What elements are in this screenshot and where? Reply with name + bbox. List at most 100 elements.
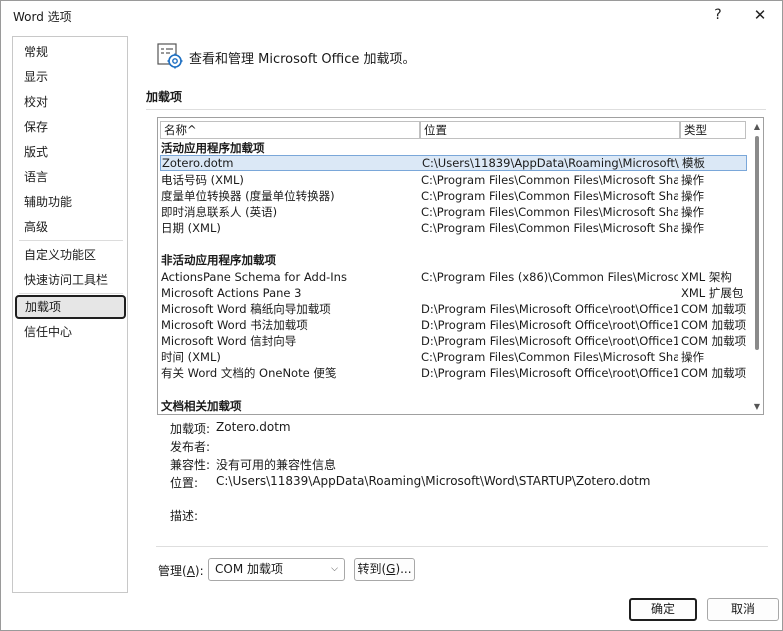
cell-type: 操作 xyxy=(681,221,704,235)
cell-location: D:\Program Files\Microsoft Office\root\O… xyxy=(421,318,678,332)
location-label: 位置: xyxy=(170,476,199,490)
addins-list[interactable]: 名称^ 位置 类型 活动应用程序加载项 Zotero.dotm C:\Users… xyxy=(157,117,764,415)
sidebar-divider xyxy=(19,293,123,294)
title-bar: Word 选项 ? ✕ xyxy=(1,1,782,31)
cell-type: 模板 xyxy=(682,156,705,170)
sidebar-item-customize-ribbon[interactable]: 自定义功能区 xyxy=(15,243,126,267)
cell-location: D:\Program Files\Microsoft Office\root\O… xyxy=(421,366,678,380)
goto-label-post: )... xyxy=(395,562,412,576)
cell-name: 度量单位转换器 (度量单位转换器) xyxy=(161,189,335,203)
section-divider xyxy=(156,546,768,547)
goto-button[interactable]: 转到(G)... xyxy=(354,558,415,581)
sidebar-item-save[interactable]: 保存 xyxy=(15,115,126,139)
cell-location: C:\Program Files (x86)\Common Files\Micr… xyxy=(421,270,678,284)
cell-name: 即时消息联系人 (英语) xyxy=(161,205,278,219)
scroll-down-icon[interactable]: ▼ xyxy=(752,400,762,412)
cell-name: Microsoft Word 书法加载项 xyxy=(161,318,308,332)
table-row[interactable]: Microsoft Actions Pane 3 XML 扩展包 xyxy=(160,285,747,301)
help-button[interactable]: ? xyxy=(705,4,731,26)
sidebar-item-quick-access-toolbar[interactable]: 快速访问工具栏 xyxy=(15,268,126,292)
cell-type: COM 加载项 xyxy=(681,334,747,348)
close-button[interactable]: ✕ xyxy=(747,4,773,26)
table-row[interactable]: Zotero.dotm C:\Users\11839\AppData\Roami… xyxy=(160,155,747,171)
column-header-location[interactable]: 位置 xyxy=(420,121,680,139)
cell-type: XML 扩展包 xyxy=(681,286,744,300)
page-title: 查看和管理 Microsoft Office 加载项。 xyxy=(189,52,416,67)
table-row[interactable]: 度量单位转换器 (度量单位转换器) C:\Program Files\Commo… xyxy=(160,188,747,204)
manage-select-value: COM 加载项 xyxy=(215,562,283,576)
publisher-label: 发布者: xyxy=(170,440,211,454)
sidebar-item-addins[interactable]: 加载项 xyxy=(15,295,126,319)
cell-location: C:\Program Files\Common Files\Microsoft … xyxy=(421,173,678,187)
cell-type: COM 加载项 xyxy=(681,302,747,316)
cell-location: C:\Program Files\Common Files\Microsoft … xyxy=(421,221,678,235)
table-row[interactable]: 电话号码 (XML) C:\Program Files\Common Files… xyxy=(160,172,747,188)
options-sidebar: 常规 显示 校对 保存 版式 语言 辅助功能 高级 自定义功能区 快速访问工具栏… xyxy=(12,36,128,593)
cell-name: 时间 (XML) xyxy=(161,350,221,364)
section-divider xyxy=(146,109,766,110)
chevron-down-icon: ⌵ xyxy=(331,564,338,574)
sidebar-item-accessibility[interactable]: 辅助功能 xyxy=(15,190,126,214)
cell-name: 有关 Word 文档的 OneNote 便笺 xyxy=(161,366,337,380)
sidebar-item-general[interactable]: 常规 xyxy=(15,40,126,64)
sidebar-item-trust-center[interactable]: 信任中心 xyxy=(15,320,126,344)
manage-label: 管理(A): xyxy=(158,562,204,579)
cell-location: C:\Users\11839\AppData\Roaming\Microsoft… xyxy=(422,156,679,170)
cell-type: XML 架构 xyxy=(681,270,732,284)
cell-location: C:\Program Files\Common Files\Microsoft … xyxy=(421,189,678,203)
cell-name: Zotero.dotm xyxy=(162,156,234,170)
cell-name: Microsoft Word 稿纸向导加载项 xyxy=(161,302,331,316)
addin-gear-icon xyxy=(157,43,183,69)
cell-location: C:\Program Files\Common Files\Microsoft … xyxy=(421,205,678,219)
sidebar-item-proofing[interactable]: 校对 xyxy=(15,90,126,114)
table-row[interactable]: 即时消息联系人 (英语) C:\Program Files\Common Fil… xyxy=(160,204,747,220)
addin-value: Zotero.dotm xyxy=(216,420,291,434)
cell-name: ActionsPane Schema for Add-Ins xyxy=(161,270,347,284)
word-options-dialog: Word 选项 ? ✕ 常规 显示 校对 保存 版式 语言 辅助功能 高级 自定… xyxy=(0,0,783,631)
table-row[interactable]: 有关 Word 文档的 OneNote 便笺 D:\Program Files\… xyxy=(160,365,747,381)
scroll-up-icon[interactable]: ▲ xyxy=(752,120,762,132)
description-label: 描述: xyxy=(170,509,199,523)
list-header: 名称^ 位置 类型 xyxy=(158,121,748,139)
group-heading-active: 活动应用程序加载项 xyxy=(161,141,265,155)
cell-location: C:\Program Files\Common Files\Microsoft … xyxy=(421,350,678,364)
cell-location: D:\Program Files\Microsoft Office\root\O… xyxy=(421,334,678,348)
cell-type: 操作 xyxy=(681,189,704,203)
column-header-type[interactable]: 类型 xyxy=(680,121,746,139)
group-heading-inactive: 非活动应用程序加载项 xyxy=(161,253,276,267)
cell-type: COM 加载项 xyxy=(681,318,747,332)
compatibility-value: 没有可用的兼容性信息 xyxy=(216,458,337,472)
table-row[interactable]: Microsoft Word 信封向导 D:\Program Files\Mic… xyxy=(160,333,747,349)
manage-label-pre: 管理( xyxy=(158,564,187,578)
scrollbar-thumb[interactable] xyxy=(755,136,759,350)
compatibility-label: 兼容性: xyxy=(170,458,211,472)
sidebar-item-advanced[interactable]: 高级 xyxy=(15,215,126,239)
manage-label-post: ): xyxy=(194,564,204,578)
sidebar-item-layout[interactable]: 版式 xyxy=(15,140,126,164)
sidebar-item-display[interactable]: 显示 xyxy=(15,65,126,89)
cancel-button[interactable]: 取消 xyxy=(707,598,779,621)
sidebar-item-language[interactable]: 语言 xyxy=(15,165,126,189)
cell-name: 日期 (XML) xyxy=(161,221,221,235)
window-title: Word 选项 xyxy=(13,10,72,24)
table-row[interactable]: 日期 (XML) C:\Program Files\Common Files\M… xyxy=(160,220,747,236)
ok-button[interactable]: 确定 xyxy=(629,598,697,621)
manage-select[interactable]: COM 加载项 ⌵ xyxy=(208,558,345,581)
manage-label-key: A xyxy=(186,564,195,578)
cell-location: D:\Program Files\Microsoft Office\root\O… xyxy=(421,302,678,316)
table-row[interactable]: Microsoft Word 稿纸向导加载项 D:\Program Files\… xyxy=(160,301,747,317)
group-heading-document: 文档相关加载项 xyxy=(161,399,242,413)
cell-name: Microsoft Actions Pane 3 xyxy=(161,286,302,300)
cell-name: 电话号码 (XML) xyxy=(161,173,244,187)
goto-label-pre: 转到( xyxy=(357,562,387,576)
cell-type: COM 加载项 xyxy=(681,366,747,380)
location-value: C:\Users\11839\AppData\Roaming\Microsoft… xyxy=(216,474,651,488)
table-row[interactable]: Microsoft Word 书法加载项 D:\Program Files\Mi… xyxy=(160,317,747,333)
list-scrollbar[interactable]: ▲ ▼ xyxy=(751,118,763,414)
cell-type: 操作 xyxy=(681,205,704,219)
column-header-name[interactable]: 名称^ xyxy=(160,121,420,139)
cell-name: Microsoft Word 信封向导 xyxy=(161,334,297,348)
table-row[interactable]: 时间 (XML) C:\Program Files\Common Files\M… xyxy=(160,349,747,365)
table-row[interactable]: ActionsPane Schema for Add-Ins C:\Progra… xyxy=(160,269,747,285)
cell-type: 操作 xyxy=(681,350,704,364)
